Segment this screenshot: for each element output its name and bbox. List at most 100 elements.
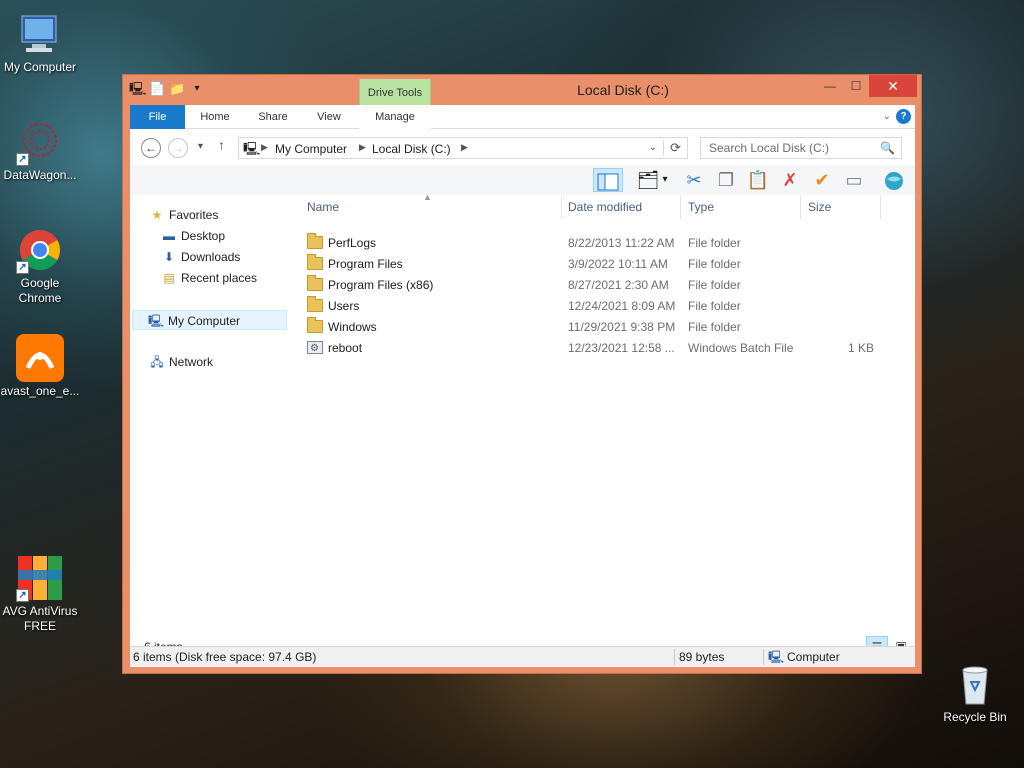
forward-button[interactable]: → [168,138,188,158]
file-date: 11/29/2021 9:38 PM [568,320,676,334]
explorer-window: 🖳 📄 📁 ▾ Local Disk (C:) — ☐ ✕ Drive Tool… [122,74,922,674]
copy-button[interactable]: ❐ [713,168,739,192]
folder-icon [307,296,323,312]
breadcrumb-local-disk[interactable]: Local Disk (C:) [372,142,451,156]
desktop-icon-label: Google Chrome [18,276,62,305]
navigation-pane: ★ Favorites ▬ Desktop ⬇ Downloads ▤ Recent p… [130,195,295,635]
column-header-name[interactable]: Name ▲ [300,192,562,219]
address-bar[interactable]: 🖳 ▶ My Computer ▶ Local Disk (C:) ▶ ⌄ ⟳ [238,137,688,159]
breadcrumb-separator-icon[interactable]: ▶ [461,142,468,153]
desktop-icon-avg[interactable]: ↗ AVG AntiVirus FREE [0,554,80,634]
table-row[interactable]: Program Files 3/9/2022 10:11 AM File fol… [300,254,900,275]
status-summary: 6 items (Disk free space: 97.4 GB) [133,650,317,664]
desktop-icon-avast[interactable]: avast_one_e... [0,334,80,399]
desktop-icon-label: AVG AntiVirus FREE [2,604,78,633]
tab-file[interactable]: File [130,105,185,129]
desktop-icon-recycle-bin[interactable]: Recycle Bin [935,660,1015,725]
nav-network[interactable]: 🖧 Network [148,352,213,372]
file-date: 12/24/2021 8:09 AM [568,299,676,313]
folder-icon [307,275,323,291]
file-type: Windows Batch File [688,341,794,355]
file-date: 8/22/2013 11:22 AM [568,236,675,250]
back-button[interactable]: ← [141,138,161,158]
file-type: File folder [688,257,741,271]
table-row[interactable]: Program Files (x86) 8/27/2021 2:30 AM Fi… [300,275,900,296]
desktop-icon-google-chrome[interactable]: ↗ Google Chrome [0,226,80,306]
chrome-icon: ↗ [16,226,64,274]
maximize-button[interactable]: ☐ [843,75,869,97]
nav-my-computer[interactable]: 🖳 My Computer [132,310,287,330]
breadcrumb-separator-icon[interactable]: ▶ [261,142,268,153]
shortcut-arrow-icon: ↗ [16,589,29,602]
properties-button[interactable]: ✔ [809,168,835,192]
column-header-date-modified[interactable]: Date modified [561,195,681,219]
nav-downloads[interactable]: ⬇ Downloads [160,247,240,267]
file-type: File folder [688,320,741,334]
search-input[interactable]: Search Local Disk (C:) 🔍 [700,137,902,159]
file-date: 12/23/2021 12:58 ... [568,341,675,355]
up-button[interactable]: ↑ [218,137,225,153]
desktop-icon-my-computer[interactable]: My Computer [0,10,80,75]
avg-icon: ↗ [16,554,64,602]
help-icon[interactable]: ? [896,109,911,124]
tab-view[interactable]: View [305,105,353,129]
column-header-type[interactable]: Type [681,195,801,219]
address-history-chevron-icon[interactable]: ⌄ [649,142,657,153]
tab-share[interactable]: Share [248,105,298,129]
tab-manage[interactable]: Manage [359,105,431,129]
paste-button[interactable]: 📋 [745,168,771,192]
tab-home[interactable]: Home [190,105,240,129]
minimize-button[interactable]: — [817,75,843,97]
star-icon: ★ [151,208,163,222]
breadcrumb-my-computer[interactable]: My Computer [275,142,347,156]
desktop-icon-label: avast_one_e... [0,384,80,398]
close-button[interactable]: ✕ [869,75,917,97]
file-date: 8/27/2021 2:30 AM [568,278,669,292]
table-row[interactable]: reboot 12/23/2021 12:58 ... Windows Batc… [300,338,900,359]
rename-button[interactable]: ▭ [841,168,867,192]
file-name: Users [328,299,360,313]
status-computer-icon: 🖳 [768,650,785,664]
breadcrumb-separator-icon[interactable]: ▶ [359,142,366,153]
desktop-icon-datawagon[interactable]: ↗ DataWagon... [0,118,80,183]
table-row[interactable]: Users 12/24/2021 8:09 AM File folder [300,296,900,317]
desktop-icon-label: Recycle Bin [943,710,1007,724]
status-selection-size: 89 bytes [679,650,725,664]
cut-button[interactable]: ✂ [681,168,707,192]
refresh-icon[interactable]: ⟳ [663,140,681,156]
status-location: Computer [787,650,840,664]
file-type: File folder [688,278,741,292]
column-header-size[interactable]: Size [801,195,881,219]
file-name: Program Files [328,257,403,271]
batch-file-icon [307,338,323,359]
computer-icon: 🖳 [147,314,164,328]
delete-button[interactable]: ✗ [777,168,803,192]
folder-icon [307,254,323,270]
folder-icon [307,233,323,249]
nav-recent-places[interactable]: ▤ Recent places [160,268,257,288]
table-row[interactable]: Windows 11/29/2021 9:38 PM File folder [300,317,900,338]
network-icon: 🖧 [150,355,164,369]
preview-pane-icon [597,173,619,191]
address-row: ← → ▾ ↑ 🖳 ▶ My Computer ▶ Local Disk (C:… [130,129,915,165]
network-globe-button[interactable] [881,168,907,192]
datawagon-icon: ↗ [16,118,64,166]
collapse-ribbon-icon[interactable]: ⌄ [883,111,891,122]
table-row[interactable]: PerfLogs 8/22/2013 11:22 AM File folder [300,233,900,254]
address-computer-icon: 🖳 [243,141,261,156]
title-bar[interactable]: 🖳 📄 📁 ▾ Local Disk (C:) — ☐ ✕ [123,75,921,105]
ribbon-tabs: File Home Share View Manage ⌄ ? [130,105,915,129]
nav-desktop[interactable]: ▬ Desktop [160,226,225,246]
avast-icon [16,334,64,382]
file-type: File folder [688,299,741,313]
recent-locations-chevron-icon[interactable]: ▾ [198,141,203,152]
options-chevron-icon[interactable]: ▾ [658,168,672,192]
nav-favorites[interactable]: ★ Favorites [148,205,219,225]
preview-pane-button[interactable] [593,168,623,192]
search-placeholder: Search Local Disk (C:) [709,141,830,155]
file-name: PerfLogs [328,236,377,250]
status-bar: 6 items (Disk free space: 97.4 GB) 89 by… [130,646,915,666]
file-name: Windows [328,320,377,334]
file-name: reboot [328,341,363,355]
file-type: File folder [688,236,741,250]
